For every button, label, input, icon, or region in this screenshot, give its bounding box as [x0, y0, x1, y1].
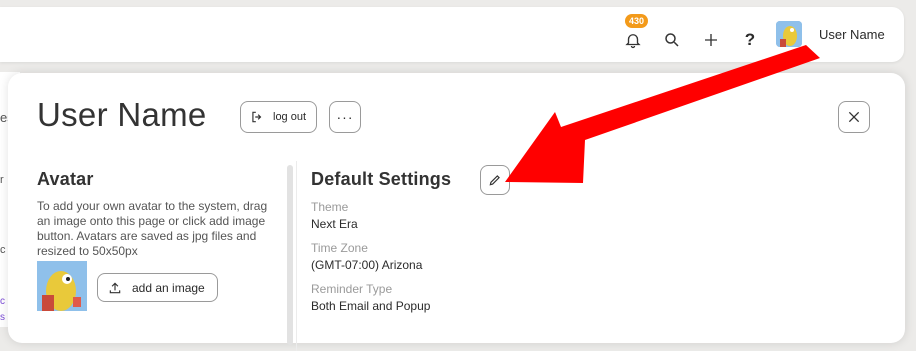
page-title: User Name: [37, 96, 207, 133]
background-text: c: [0, 244, 6, 256]
setting-value-timezone: (GMT-07:00) Arizona: [311, 258, 423, 272]
setting-label-reminder: Reminder Type: [311, 282, 393, 296]
close-icon: [848, 111, 860, 123]
upload-icon: [108, 281, 122, 295]
setting-label-theme: Theme: [311, 200, 349, 214]
help-icon[interactable]: ?: [737, 27, 763, 53]
more-options-button[interactable]: ···: [329, 101, 361, 133]
setting-value-theme: Next Era: [311, 217, 358, 231]
avatar-description: To add your own avatar to the system, dr…: [37, 199, 268, 258]
add-image-button[interactable]: add an image: [97, 273, 218, 302]
plus-icon[interactable]: [698, 27, 724, 53]
setting-value-reminder: Both Email and Popup: [311, 299, 431, 313]
search-icon[interactable]: [659, 27, 685, 53]
default-settings-section: Default Settings Theme Next Era Time Zon…: [311, 169, 811, 313]
pencil-icon: [489, 175, 500, 186]
avatar-heading: Avatar: [37, 169, 94, 189]
notification-badge: 430: [625, 14, 649, 28]
logout-button[interactable]: log out: [240, 101, 317, 133]
top-header-bar: ?: [0, 7, 904, 62]
more-label: ···: [336, 109, 354, 125]
column-divider: [296, 161, 297, 351]
bell-icon[interactable]: [620, 27, 646, 53]
header-user-name[interactable]: User Name: [819, 27, 885, 42]
settings-heading: Default Settings: [311, 169, 452, 189]
logout-label: log out: [273, 111, 307, 123]
add-image-label: add an image: [132, 280, 205, 295]
user-avatar[interactable]: [776, 21, 802, 47]
user-profile-panel: User Name log out ··· Avatar To add your…: [8, 73, 905, 351]
scrollbar[interactable]: [287, 165, 293, 345]
close-button[interactable]: [838, 101, 870, 133]
avatar-image: [37, 261, 87, 311]
background-text: c: [0, 296, 5, 307]
background-text: r: [0, 174, 4, 186]
logout-icon: [250, 110, 264, 124]
background-text: s: [0, 312, 5, 323]
avatar-section: Avatar To add your own avatar to the sys…: [37, 169, 277, 311]
setting-label-timezone: Time Zone: [311, 241, 368, 255]
edit-settings-button[interactable]: [480, 165, 510, 195]
